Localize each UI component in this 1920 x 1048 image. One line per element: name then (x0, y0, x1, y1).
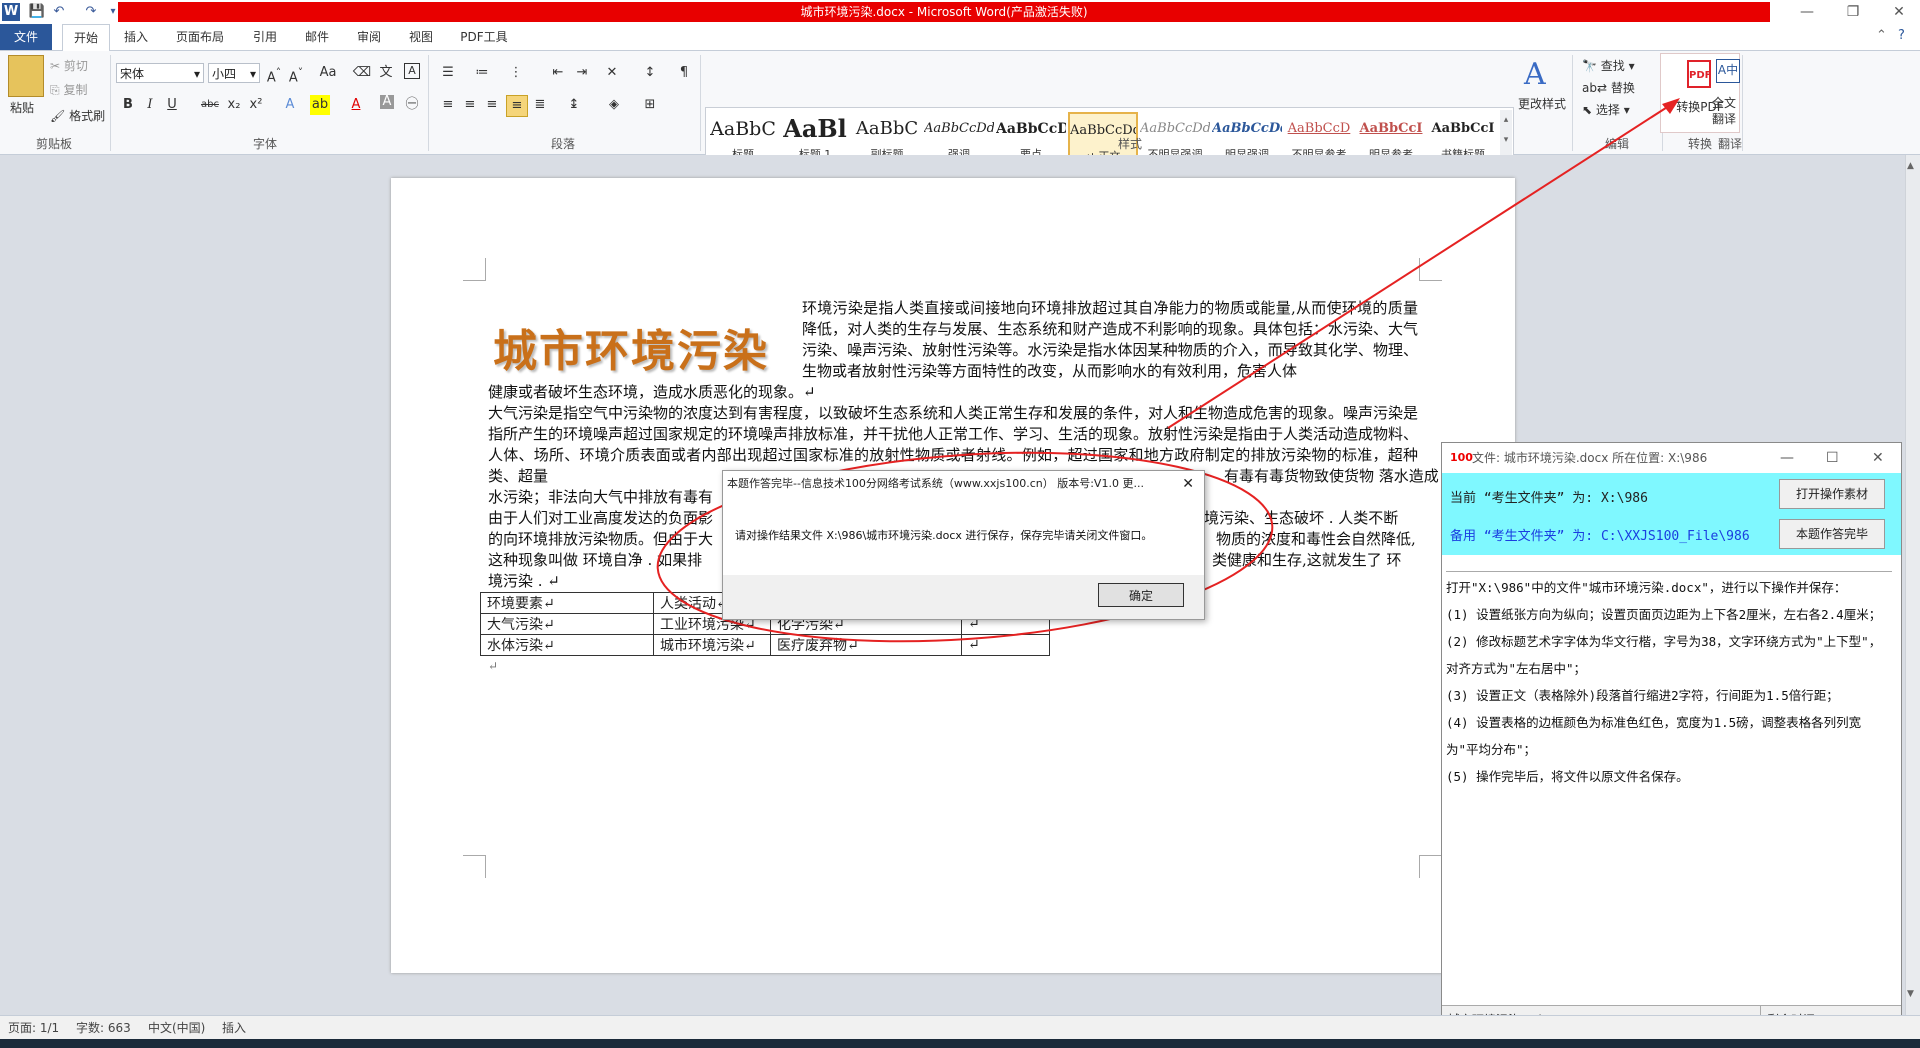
app-logo-icon: 100 (1450, 451, 1473, 464)
ok-button[interactable]: 确定 (1098, 583, 1184, 607)
instruction-line: 打开"X:\986"中的文件"城市环境污染.docx"，进行以下操作并保存： (1446, 580, 1847, 595)
completion-dialog: 本题作答完毕--信息技术100分网络考试系统（www.xxjs100.cn） 版… (722, 470, 1205, 620)
panel-maximize-icon[interactable]: ☐ (1826, 443, 1839, 473)
answer-complete-button[interactable]: 本题作答完毕 (1779, 519, 1885, 549)
instruction-line: (2) 修改标题艺术字字体为华文行楷，字号为38，文字环绕方式为"上下型"，对齐… (1446, 634, 1882, 676)
dialog-body: 请对操作结果文件 X:\986\城市环境污染.docx 进行保存，保存完毕请关闭… (723, 497, 1204, 575)
instruction-line: (3) 设置正文（表格除外)段落首行缩进2字符，行间距为1.5倍行距； (1446, 688, 1839, 703)
backup-folder-label: 备用 “考生文件夹” 为: C:\XXJS100_File\986 (1450, 529, 1750, 544)
dialog-title-bar: 本题作答完毕--信息技术100分网络考试系统（www.xxjs100.cn） 版… (723, 471, 1204, 497)
annotation-arrow-line (1167, 103, 1673, 429)
insert-mode[interactable]: 插入 (222, 1016, 246, 1040)
taskbar-strip (0, 1039, 1920, 1048)
language-indicator[interactable]: 中文(中国) (148, 1016, 205, 1040)
open-material-button[interactable]: 打开操作素材 (1779, 479, 1885, 509)
instruction-line: (1) 设置纸张方向为纵向；设置页面页边距为上下各2厘米，左右各2.4厘米； (1446, 607, 1882, 622)
panel-minimize-icon[interactable]: — (1780, 443, 1794, 473)
word-count[interactable]: 字数: 663 (76, 1016, 131, 1040)
instruction-line: (5) 操作完毕后，将文件以原文件名保存。 (1446, 769, 1689, 784)
instruction-line: (4) 设置表格的边框颜色为标准色红色，宽度为1.5磅，调整表格各列列宽为"平均… (1446, 715, 1862, 757)
dialog-message: 请对操作结果文件 X:\986\城市环境污染.docx 进行保存，保存完毕请关闭… (735, 529, 1153, 542)
annotation-arrow-head (1662, 98, 1680, 114)
panel-title: 文件: 城市环境污染.docx 所在位置: X:\986 (1472, 451, 1708, 465)
panel-close-icon[interactable]: ✕ (1872, 443, 1884, 473)
status-bar: 页面: 1/1 字数: 663 中文(中国) 插入 (0, 1015, 1920, 1040)
current-folder-label: 当前 “考生文件夹” 为: X:\986 (1450, 491, 1648, 506)
folder-info: 当前 “考生文件夹” 为: X:\986 备用 “考生文件夹” 为: C:\XX… (1442, 473, 1901, 555)
dialog-close-icon[interactable]: ✕ (1182, 471, 1194, 497)
dialog-title: 本题作答完毕--信息技术100分网络考试系统（www.xxjs100.cn） 版… (727, 477, 1144, 490)
panel-title-bar: 100 文件: 城市环境污染.docx 所在位置: X:\986 — ☐ ✕ (1442, 443, 1901, 473)
exam-panel: 100 文件: 城市环境污染.docx 所在位置: X:\986 — ☐ ✕ 当… (1441, 442, 1902, 1034)
instructions-text: 打开"X:\986"中的文件"城市环境污染.docx"，进行以下操作并保存： (… (1446, 571, 1892, 1014)
page-count[interactable]: 页面: 1/1 (8, 1016, 59, 1040)
